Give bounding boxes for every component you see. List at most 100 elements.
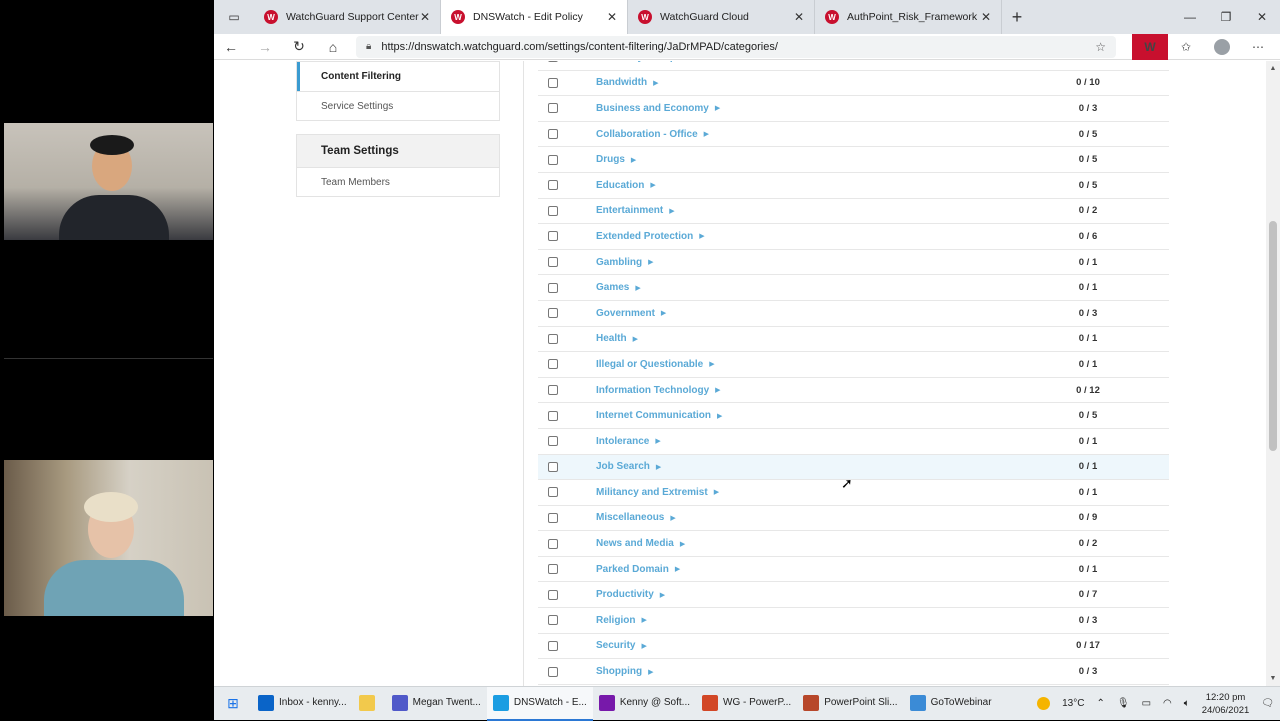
caret-right-icon[interactable]: ▶: [656, 463, 661, 471]
minimize-icon[interactable]: —: [1172, 0, 1208, 34]
battery-icon[interactable]: ▭: [1142, 698, 1151, 709]
weather-sun-icon[interactable]: [1037, 697, 1050, 710]
new-tab-button[interactable]: +: [1002, 0, 1032, 34]
category-name-link[interactable]: Games: [596, 282, 629, 293]
category-checkbox[interactable]: [548, 615, 558, 625]
caret-right-icon[interactable]: ▶: [655, 437, 660, 445]
wifi-icon[interactable]: ◠: [1163, 698, 1172, 709]
category-name-link[interactable]: Intolerance: [596, 436, 649, 447]
taskbar-app[interactable]: GoToWebinar: [904, 687, 998, 721]
caret-right-icon[interactable]: ▶: [650, 181, 655, 189]
category-row[interactable]: Advocacy Groups▶0 / 1: [538, 61, 1169, 71]
tab-authpoint-risk-framework[interactable]: W AuthPoint_Risk_Framework ✕: [815, 0, 1002, 34]
category-row[interactable]: Internet Communication▶0 / 5: [538, 403, 1169, 429]
category-name-link[interactable]: Education: [596, 180, 644, 191]
caret-right-icon[interactable]: ▶: [699, 232, 704, 240]
tab-watchguard-cloud[interactable]: W WatchGuard Cloud ✕: [628, 0, 815, 34]
category-name-link[interactable]: Illegal or Questionable: [596, 359, 703, 370]
category-name-link[interactable]: Miscellaneous: [596, 512, 664, 523]
caret-right-icon[interactable]: ▶: [641, 616, 646, 624]
home-icon[interactable]: ⌂: [316, 34, 350, 60]
caret-right-icon[interactable]: ▶: [717, 412, 722, 420]
category-row[interactable]: Productivity▶0 / 7: [538, 582, 1169, 608]
category-name-link[interactable]: Collaboration - Office: [596, 129, 698, 140]
category-name-link[interactable]: Business and Economy: [596, 103, 709, 114]
taskbar-app[interactable]: [353, 687, 386, 721]
volume-icon[interactable]: 🔈︎: [1184, 698, 1190, 709]
caret-right-icon[interactable]: ▶: [635, 284, 640, 292]
category-checkbox[interactable]: [548, 180, 558, 190]
scrollbar-thumb[interactable]: [1269, 221, 1277, 451]
caret-right-icon[interactable]: ▶: [675, 565, 680, 573]
scroll-down-icon[interactable]: ▼: [1266, 675, 1280, 682]
chevron-up-icon[interactable]: ⌃: [1096, 698, 1104, 709]
caret-right-icon[interactable]: ▶: [660, 591, 665, 599]
caret-right-icon[interactable]: ▶: [709, 360, 714, 368]
category-checkbox[interactable]: [548, 487, 558, 497]
category-checkbox[interactable]: [548, 564, 558, 574]
close-window-icon[interactable]: ✕: [1244, 0, 1280, 34]
caret-right-icon[interactable]: ▶: [648, 668, 653, 676]
profile-button[interactable]: [1204, 34, 1240, 60]
category-name-link[interactable]: Militancy and Extremist: [596, 487, 708, 498]
scroll-up-icon[interactable]: ▲: [1266, 65, 1280, 72]
sidebar-item-team-members[interactable]: Team Members: [297, 167, 499, 196]
category-checkbox[interactable]: [548, 359, 558, 369]
tab-dnswatch-edit-policy[interactable]: W DNSWatch - Edit Policy ✕: [441, 0, 628, 34]
caret-right-icon[interactable]: ▶: [670, 514, 675, 522]
lock-icon[interactable]: 🔒︎: [366, 41, 371, 52]
taskbar-app[interactable]: DNSWatch - E...: [487, 687, 593, 721]
category-row[interactable]: Health▶0 / 1: [538, 327, 1169, 353]
category-row[interactable]: Entertainment▶0 / 2: [538, 199, 1169, 225]
category-row[interactable]: Intolerance▶0 / 1: [538, 429, 1169, 455]
taskbar-app[interactable]: PowerPoint Sli...: [797, 687, 903, 721]
category-checkbox[interactable]: [548, 78, 558, 88]
category-name-link[interactable]: Security: [596, 640, 635, 651]
favorites-icon[interactable]: ✩: [1168, 34, 1204, 60]
category-name-link[interactable]: Extended Protection: [596, 231, 693, 242]
category-row[interactable]: Shopping▶0 / 3: [538, 659, 1169, 685]
category-row[interactable]: Security▶0 / 17: [538, 634, 1169, 660]
sidebar-item-content-filtering[interactable]: Content Filtering: [297, 62, 499, 91]
category-checkbox[interactable]: [548, 231, 558, 241]
caret-right-icon[interactable]: ▶: [714, 488, 719, 496]
more-menu-icon[interactable]: ⋯: [1240, 34, 1276, 60]
sidebar-item-service-settings[interactable]: Service Settings: [297, 91, 499, 120]
category-checkbox[interactable]: [548, 590, 558, 600]
refresh-icon[interactable]: ↻: [282, 34, 316, 60]
category-checkbox[interactable]: [548, 385, 558, 395]
category-checkbox[interactable]: [548, 462, 558, 472]
category-row[interactable]: Gambling▶0 / 1: [538, 250, 1169, 276]
category-checkbox[interactable]: [548, 155, 558, 165]
taskbar-app[interactable]: Megan Twent...: [386, 687, 487, 721]
category-name-link[interactable]: Productivity: [596, 589, 654, 600]
back-icon[interactable]: ←: [214, 34, 248, 60]
category-checkbox[interactable]: [548, 641, 558, 651]
caret-right-icon[interactable]: ▶: [653, 79, 658, 87]
category-row[interactable]: Bandwidth▶0 / 10: [538, 71, 1169, 97]
category-name-link[interactable]: Drugs: [596, 154, 625, 165]
taskbar-app[interactable]: Kenny @ Soft...: [593, 687, 696, 721]
taskbar-app[interactable]: WG - PowerP...: [696, 687, 797, 721]
category-checkbox[interactable]: [548, 61, 558, 62]
category-checkbox[interactable]: [548, 539, 558, 549]
caret-right-icon[interactable]: ▶: [680, 540, 685, 548]
category-checkbox[interactable]: [548, 411, 558, 421]
windows-start-icon[interactable]: ⊞: [214, 687, 252, 721]
category-name-link[interactable]: Internet Communication: [596, 410, 711, 421]
caret-right-icon[interactable]: ▶: [641, 642, 646, 650]
caret-right-icon[interactable]: ▶: [669, 207, 674, 215]
category-name-link[interactable]: News and Media: [596, 538, 674, 549]
caret-right-icon[interactable]: ▶: [715, 104, 720, 112]
caret-right-icon[interactable]: ▶: [648, 258, 653, 266]
tab-actions-icon[interactable]: ▭: [214, 0, 254, 34]
category-checkbox[interactable]: [548, 667, 558, 677]
caret-right-icon[interactable]: ▶: [633, 335, 638, 343]
category-row[interactable]: Miscellaneous▶0 / 9: [538, 506, 1169, 532]
category-row[interactable]: News and Media▶0 / 2: [538, 531, 1169, 557]
caret-right-icon[interactable]: ▶: [631, 156, 636, 164]
category-name-link[interactable]: Entertainment: [596, 205, 663, 216]
category-row[interactable]: Militancy and Extremist▶0 / 1: [538, 480, 1169, 506]
category-name-link[interactable]: Gambling: [596, 257, 642, 268]
category-name-link[interactable]: Shopping: [596, 666, 642, 677]
